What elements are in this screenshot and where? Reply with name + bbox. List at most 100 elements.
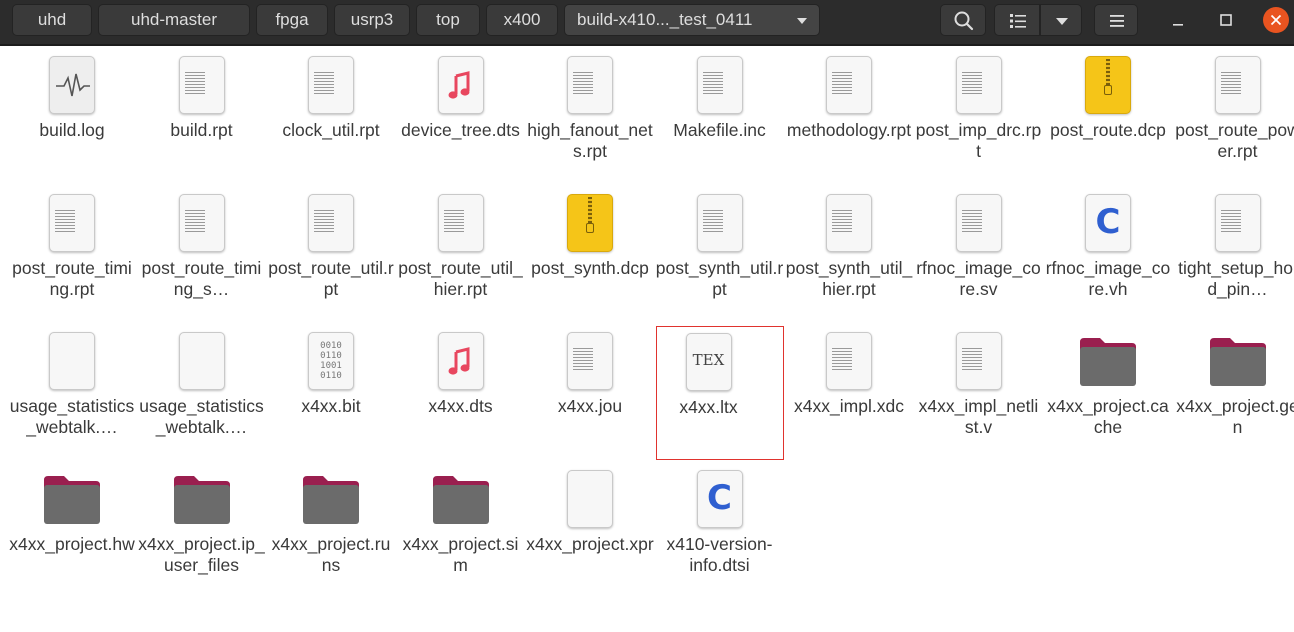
text-file-icon (1208, 56, 1268, 116)
music-note-icon (431, 56, 491, 116)
file-name-label: methodology.rpt (786, 120, 912, 140)
file-name-label: post_route_util.rpt (268, 258, 394, 299)
breadcrumb-fpga[interactable]: fpga (256, 4, 328, 36)
music-note-icon (431, 332, 491, 392)
text-file-icon (949, 194, 1009, 254)
file-item[interactable]: x4xx_project.ip_user_files (138, 464, 266, 598)
file-item[interactable]: rfnoc_image_core.sv (915, 188, 1043, 322)
file-item[interactable]: post_synth.dcp (526, 188, 654, 322)
file-name-label: x4xx_project.cache (1047, 396, 1169, 437)
zip-archive-icon (560, 194, 620, 254)
maximize-button[interactable] (1212, 6, 1240, 34)
file-item[interactable]: post_synth_util_hier.rpt (785, 188, 913, 322)
file-item[interactable]: Crfnoc_image_core.vh (1044, 188, 1172, 322)
file-item[interactable]: x4xx.jou (526, 326, 654, 460)
breadcrumb-x400[interactable]: x400 (486, 4, 558, 36)
code-blue-icon (42, 332, 102, 392)
text-file-icon (301, 194, 361, 254)
text-file-icon (949, 332, 1009, 392)
file-item[interactable]: 0010 0110 1001 0110 x4xx.bit (267, 326, 395, 460)
minimize-icon (1173, 24, 1183, 26)
file-item[interactable]: post_route_util.rpt (267, 188, 395, 322)
hamburger-menu-icon (1110, 15, 1124, 27)
file-name-label: Makefile.inc (673, 120, 766, 140)
text-file-icon (949, 56, 1009, 116)
file-item[interactable]: x4xx_project.sim (397, 464, 525, 598)
view-toggle-button[interactable] (994, 4, 1040, 36)
file-item-selected[interactable]: TEX x4xx.ltx (655, 326, 784, 460)
file-item[interactable]: tight_setup_hold_pin… (1174, 188, 1294, 322)
minimize-button[interactable] (1164, 6, 1192, 34)
breadcrumb-uhd-master[interactable]: uhd-master (98, 4, 250, 36)
binary-file-icon: 0010 0110 1001 0110 (301, 332, 361, 392)
list-view-icon (1010, 14, 1026, 28)
path-bar: uhd uhd-master fpga usrp3 top x400 build… (0, 0, 1294, 46)
text-file-icon (819, 56, 879, 116)
maximize-icon (1220, 14, 1232, 26)
breadcrumb-uhd[interactable]: uhd (12, 4, 92, 36)
file-name-label: x4xx.ltx (679, 397, 738, 417)
file-item[interactable]: x4xx_project.xpr (526, 464, 654, 598)
file-name-label: post_synth_util.rpt (655, 258, 784, 299)
text-file-icon (560, 56, 620, 116)
file-name-label: rfnoc_image_core.vh (1045, 258, 1171, 299)
breadcrumb-top[interactable]: top (416, 4, 480, 36)
file-item[interactable]: x4xx_impl.xdc (785, 326, 913, 460)
file-item[interactable]: high_fanout_nets.rpt (526, 50, 654, 184)
file-item[interactable]: build.rpt (138, 50, 266, 184)
file-name-label: x4xx.dts (428, 396, 493, 416)
file-item[interactable]: x4xx_project.gen (1174, 326, 1294, 460)
file-name-label: x410-version-info.dtsi (666, 534, 773, 575)
close-button[interactable] (1262, 6, 1290, 34)
file-item[interactable]: post_imp_drc.rpt (915, 50, 1043, 184)
code-pink-icon (172, 332, 232, 392)
folder-icon (42, 470, 102, 530)
file-item[interactable]: x4xx_impl_netlist.v (915, 326, 1043, 460)
file-item[interactable]: post_route_timing.rpt (8, 188, 136, 322)
file-name-label: post_route_power.rpt (1175, 120, 1294, 161)
close-icon (1263, 7, 1289, 33)
file-item[interactable]: Makefile.inc (656, 50, 784, 184)
file-name-label: post_synth.dcp (531, 258, 649, 278)
search-icon (954, 11, 974, 31)
file-item[interactable]: x4xx_project.hw (8, 464, 136, 598)
file-item[interactable]: usage_statistics_webtalk.… (138, 326, 266, 460)
file-name-label: post_route_util_hier.rpt (398, 258, 523, 299)
file-item[interactable]: post_synth_util.rpt (656, 188, 784, 322)
file-item[interactable]: x4xx_project.runs (267, 464, 395, 598)
file-item[interactable]: x4xx.dts (397, 326, 525, 460)
file-item[interactable]: post_route_power.rpt (1174, 50, 1294, 184)
file-name-label: build.log (39, 120, 105, 140)
file-item[interactable]: methodology.rpt (785, 50, 913, 184)
file-name-label: x4xx_impl_netlist.v (918, 396, 1039, 437)
view-options-button[interactable] (1040, 4, 1082, 36)
file-item[interactable]: x4xx_project.cache (1044, 326, 1172, 460)
file-name-label: high_fanout_nets.rpt (527, 120, 653, 161)
search-button[interactable] (940, 4, 986, 36)
text-file-icon (1208, 194, 1268, 254)
file-item[interactable]: Cx410-version-info.dtsi (656, 464, 784, 598)
file-item[interactable]: post_route_util_hier.rpt (397, 188, 525, 322)
file-item[interactable]: clock_util.rpt (267, 50, 395, 184)
folder-icon (431, 470, 491, 530)
file-item[interactable]: usage_statistics_webtalk.… (8, 326, 136, 460)
file-item[interactable]: post_route.dcp (1044, 50, 1172, 184)
file-name-label: build.rpt (170, 120, 233, 140)
file-name-label: post_route.dcp (1050, 120, 1166, 140)
text-file-icon (560, 332, 620, 392)
text-file-icon (819, 194, 879, 254)
breadcrumb-usrp3[interactable]: usrp3 (334, 4, 410, 36)
chevron-down-icon (797, 18, 807, 24)
text-file-icon (431, 194, 491, 254)
file-item[interactable]: device_tree.dts (397, 50, 525, 184)
log-waveform-icon (42, 56, 102, 116)
folder-icon (1208, 332, 1268, 392)
file-name-label: clock_util.rpt (282, 120, 380, 140)
file-item[interactable]: build.log (8, 50, 136, 184)
zip-archive-icon (1078, 56, 1138, 116)
main-menu-button[interactable] (1094, 4, 1138, 36)
file-grid: build.log build.rpt clock_util.rpt device_t… (8, 50, 1294, 632)
folder-icon (172, 470, 232, 530)
breadcrumb-current-folder[interactable]: build-x410..._test_0411 (564, 4, 820, 36)
file-item[interactable]: post_route_timing_s… (138, 188, 266, 322)
